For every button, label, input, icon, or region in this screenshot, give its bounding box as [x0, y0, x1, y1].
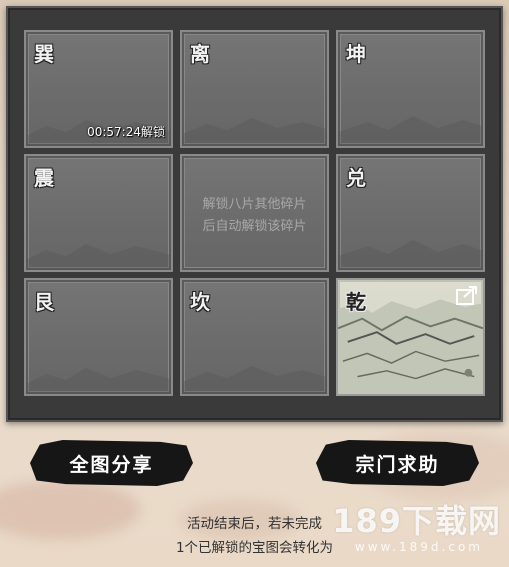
piece-glyph: 艮 — [34, 290, 54, 314]
piece-dui[interactable]: 兑 — [336, 154, 485, 272]
watermark-url: www.189d.com — [354, 540, 483, 554]
piece-center[interactable]: 解锁八片其他碎片 后自动解锁该碎片 — [180, 154, 329, 272]
piece-glyph: 兑 — [346, 166, 366, 190]
piece-glyph: 震 — [34, 166, 54, 190]
puzzle-frame: 巽 00:57:24解锁 离 坤 震 解锁八片其他碎片 后自动解锁该碎片 兑 艮… — [6, 6, 503, 422]
landscape-decoration — [182, 366, 327, 394]
hint-line: 解锁八片其他碎片 — [202, 197, 307, 212]
landscape-decoration — [26, 368, 171, 394]
hint-line: 后自动解锁该碎片 — [202, 219, 307, 234]
piece-glyph: 坎 — [190, 290, 210, 314]
landscape-decoration — [338, 240, 483, 270]
piece-gen[interactable]: 艮 — [24, 278, 173, 396]
piece-kun[interactable]: 坤 — [336, 30, 485, 148]
piece-zhen[interactable]: 震 — [24, 154, 173, 272]
piece-qian[interactable]: 乾 — [336, 278, 485, 396]
piece-glyph: 巽 — [34, 42, 54, 66]
piece-kan[interactable]: 坎 — [180, 278, 329, 396]
piece-li[interactable]: 离 — [180, 30, 329, 148]
share-icon[interactable] — [455, 284, 479, 306]
unlock-hint: 解锁八片其他碎片 后自动解锁该碎片 — [182, 194, 327, 238]
piece-glyph: 坤 — [346, 42, 366, 66]
landscape-decoration — [338, 116, 483, 146]
piece-glyph: 乾 — [346, 290, 366, 314]
sect-help-button[interactable]: 宗门求助 — [316, 440, 479, 486]
landscape-decoration — [26, 244, 171, 270]
share-full-map-button[interactable]: 全图分享 — [30, 440, 193, 486]
piece-glyph: 离 — [190, 42, 210, 66]
landscape-decoration — [182, 118, 327, 146]
watermark-text: 189下载网 — [332, 502, 501, 540]
unlock-timer: 00:57:24解锁 — [87, 125, 165, 139]
piece-xun[interactable]: 巽 00:57:24解锁 — [24, 30, 173, 148]
